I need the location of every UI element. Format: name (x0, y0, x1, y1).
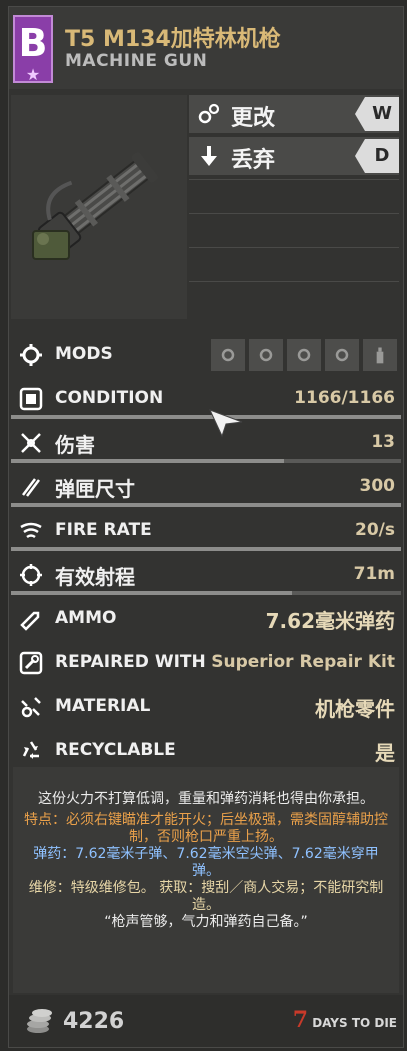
stat-row-magazine: 弹匣尺寸 300 (11, 467, 401, 507)
stat-value: 20/s (355, 520, 395, 540)
empty-action-slot (189, 213, 399, 214)
ammo-icon (20, 611, 40, 631)
stat-label: FIRE RATE (55, 520, 152, 540)
material-icon (21, 697, 41, 718)
mod-slot[interactable] (249, 339, 283, 371)
stat-value: 300 (359, 476, 396, 496)
repair-icon (19, 651, 43, 675)
stat-value: 7.62毫米弹药 (265, 609, 395, 633)
gear-icon (259, 348, 273, 362)
coins-icon (27, 1009, 52, 1033)
modify-hotkey: W (365, 97, 399, 131)
arrow-down-icon (201, 146, 217, 166)
footer-bar: 4226 7 DAYS TO DIE (9, 995, 403, 1047)
fire-rate-icon (20, 522, 42, 539)
gear-icon (335, 348, 349, 362)
stat-value: 机枪零件 (315, 697, 395, 721)
recycle-icon (22, 741, 39, 759)
stat-value: 71m (353, 564, 395, 584)
tier-letter: B (18, 21, 48, 65)
item-subtitle: MACHINE GUN (65, 51, 208, 71)
spray-can-icon (376, 347, 384, 364)
stat-row-range: 有效射程 71m (11, 555, 401, 595)
item-description: 这份火力不打算低调，重量和弹药消耗也得由你承担。 特点：必须右键瞄准才能开火；后… (13, 767, 399, 993)
stat-row-condition: CONDITION 1166/1166 (11, 379, 401, 419)
stat-label: MODS (55, 344, 113, 364)
stat-row-repaired-with: REPAIRED WITH Superior Repair Kit (11, 643, 401, 683)
stat-bar (11, 415, 401, 419)
stat-label: CONDITION (55, 388, 164, 408)
logo-7: 7 (292, 1007, 309, 1033)
stat-bar-fill (11, 503, 401, 507)
mod-slots (207, 339, 397, 371)
stat-row-mods: MODS (11, 335, 401, 375)
empty-action-slot (189, 247, 399, 248)
range-icon (20, 564, 42, 586)
stat-label: 弹匣尺寸 (55, 477, 135, 501)
action-panel: 更改 W 丢弃 D (189, 95, 399, 319)
empty-action-slot (189, 179, 399, 180)
item-preview (11, 95, 187, 319)
stat-bar (11, 459, 401, 463)
item-header: B ★ T5 M134加特林机枪 MACHINE GUN (9, 7, 403, 89)
gears-icon (198, 103, 220, 124)
magazine-icon (22, 478, 40, 497)
stat-row-ammo: AMMO 7.62毫米弹药 (11, 599, 401, 639)
stat-bar (11, 547, 401, 551)
modify-label: 更改 (231, 106, 276, 131)
stat-label: RECYCLABLE (55, 740, 176, 760)
gear-icon (297, 348, 311, 362)
gear-icon (20, 344, 42, 366)
stat-label: 有效射程 (55, 565, 135, 589)
damage-icon (21, 433, 41, 453)
stat-label: 伤害 (55, 433, 95, 457)
stat-row-damage: 伤害 13 (11, 423, 401, 463)
logo-text: DAYS TO DIE (312, 1016, 397, 1030)
description-feature: 特点：必须右键瞄准才能开火；后坐极强，需类固醇辅助控制，否则枪口严重上扬。 (24, 812, 388, 845)
mod-slot[interactable] (325, 339, 359, 371)
drop-hotkey: D (365, 139, 399, 173)
stat-bar (11, 591, 401, 595)
condition-icon (19, 387, 43, 411)
mod-slot[interactable] (287, 339, 321, 371)
modify-button[interactable]: 更改 W (189, 95, 399, 133)
game-logo: 7 DAYS TO DIE (293, 1007, 397, 1033)
stat-bar-fill (11, 547, 401, 551)
stat-bar-fill (11, 591, 292, 595)
stat-label: REPAIRED WITH (55, 652, 206, 672)
mod-slot[interactable] (363, 339, 397, 371)
drop-button[interactable]: 丢弃 D (189, 137, 399, 175)
minigun-image (32, 152, 158, 260)
coin-value: 4226 (63, 1009, 125, 1034)
stat-bar (11, 503, 401, 507)
description-ammo: 弹药：7.62毫米子弹、7.62毫米空尖弹、7.62毫米穿甲弹。 (33, 846, 379, 879)
tier-badge: B ★ (13, 15, 53, 84)
stat-label: MATERIAL (55, 696, 151, 716)
mouse-cursor (209, 409, 243, 438)
drop-label: 丢弃 (231, 148, 276, 173)
stat-value: 13 (371, 432, 395, 452)
stat-bar-fill (11, 415, 401, 419)
description-quote: “枪声管够，气力和弹药自己备。” (104, 914, 308, 930)
empty-action-slot (189, 281, 399, 282)
description-flavor: 这份火力不打算低调，重量和弹药消耗也得由你承担。 (38, 791, 374, 807)
stat-row-recyclable: RECYCLABLE 是 (11, 731, 401, 771)
stat-label: AMMO (55, 608, 117, 628)
description-repair: 维修：特级维修包。 获取：搜刮／商人交易；不能研究制造。 (28, 880, 384, 913)
item-info-panel: B ★ T5 M134加特林机枪 MACHINE GUN 更改 W 丢弃 D M… (8, 6, 404, 1048)
stat-row-fire-rate: FIRE RATE 20/s (11, 511, 401, 551)
mod-slot[interactable] (211, 339, 245, 371)
stat-value: Superior Repair Kit (211, 652, 395, 672)
stat-bar-fill (11, 459, 284, 463)
stat-value: 是 (375, 741, 395, 765)
stat-value: 1166/1166 (294, 388, 395, 408)
item-title: T5 M134加特林机枪 (65, 27, 281, 52)
star-icon: ★ (25, 65, 41, 84)
gear-icon (221, 348, 235, 362)
stat-row-material: MATERIAL 机枪零件 (11, 687, 401, 727)
